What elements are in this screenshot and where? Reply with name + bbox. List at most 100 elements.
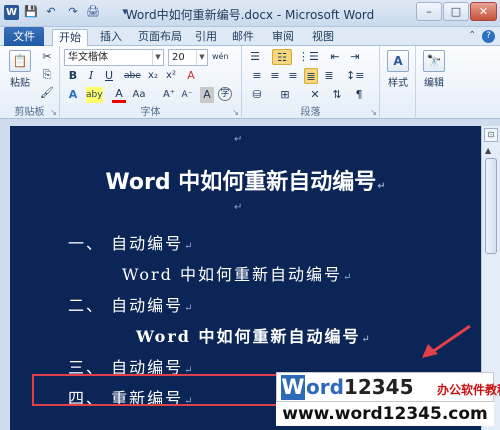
tab-mailings[interactable]: 邮件	[228, 29, 258, 46]
body-line-text: Word 中如何重新自动编号	[136, 327, 361, 346]
ribbon-home: 📋 粘贴 ✂ ⎘ 🖌 剪贴板 ↘ 华文楷体 ▼ 20 ▼ wén B I U a…	[0, 46, 500, 119]
font-color-icon[interactable]: A	[112, 87, 126, 103]
font-launcher-icon[interactable]: ↘	[232, 108, 239, 117]
body-line-text: Word 中如何重新自动编号	[122, 265, 342, 284]
scroll-thumb[interactable]	[485, 158, 497, 254]
bullets-icon[interactable]: ☰	[248, 49, 262, 65]
italic-button[interactable]: I	[84, 68, 98, 84]
editing-button[interactable]: 🔭 编辑	[422, 50, 446, 89]
tab-view[interactable]: 视图	[308, 29, 338, 46]
subscript-button[interactable]: x₂	[146, 68, 160, 84]
document-gutter	[0, 126, 10, 430]
paragraph-group: ☰ ☷ ⋮☰ ⇤ ⇥ ≡ ≡ ≡ ≣ ≣ ↕≡ ⛁ ⊞ ✕ ⇅ ¶ 段落 ↘	[242, 46, 380, 119]
text-effects-icon[interactable]: A	[66, 87, 80, 103]
chinese-layout-icon[interactable]: ✕	[308, 87, 322, 103]
highlight-color-icon[interactable]: aby	[86, 87, 103, 103]
phonetic-guide-icon[interactable]: wén	[212, 49, 229, 65]
styles-button[interactable]: A 样式	[386, 50, 410, 89]
watermark-tagline: 办公软件教程	[437, 383, 500, 397]
superscript-button[interactable]: x²	[164, 68, 178, 84]
paste-button[interactable]: 📋 粘贴	[8, 50, 32, 89]
paragraph-mark: ↵	[377, 181, 386, 192]
body-line-bold: Word 中如何重新自动编号↵	[136, 323, 370, 347]
paste-icon: 📋	[9, 50, 31, 72]
font-size-select[interactable]: 20 ▼	[168, 49, 208, 66]
view-ruler-icon[interactable]: ⊡	[484, 128, 498, 142]
numbered-item-text: 二、 自动编号	[68, 296, 184, 315]
clear-formatting-icon[interactable]: A	[184, 68, 198, 84]
clipboard-group: 📋 粘贴 ✂ ⎘ 🖌 剪贴板 ↘	[0, 46, 60, 119]
watermark-logo-letter: W	[281, 375, 305, 400]
character-shading-icon[interactable]: A	[200, 87, 214, 103]
tab-review[interactable]: 审阅	[268, 29, 298, 46]
numbered-item-text: 一、 自动编号	[68, 234, 184, 253]
tab-home[interactable]: 开始	[52, 29, 88, 46]
paragraph-mark: ↵	[184, 303, 193, 314]
chevron-down-icon: ▼	[196, 50, 207, 65]
show-marks-icon[interactable]: ¶	[352, 87, 366, 103]
title-bar: W 💾 ↶ ↷ 🖨 ▾ Word中如何重新编号.docx - Microsoft…	[0, 0, 500, 27]
tab-insert[interactable]: 插入	[95, 29, 127, 46]
shading-icon[interactable]: ⛁	[250, 87, 264, 103]
styles-group: A 样式	[380, 46, 416, 119]
grow-font-icon[interactable]: A⁺	[162, 87, 176, 103]
numbered-item: 二、 自动编号↵	[68, 292, 192, 316]
multilevel-list-icon[interactable]: ⋮☰	[298, 49, 319, 65]
paragraph-mark: ↵	[184, 241, 193, 252]
styles-label: 样式	[388, 78, 408, 89]
clipboard-launcher-icon[interactable]: ↘	[50, 108, 57, 117]
line-spacing-icon[interactable]: ↕≡	[346, 68, 364, 84]
underline-button[interactable]: U	[102, 68, 116, 84]
paragraph-launcher-icon[interactable]: ↘	[370, 108, 377, 117]
increase-indent-icon[interactable]: ⇥	[348, 49, 362, 65]
justify-icon[interactable]: ≣	[304, 68, 318, 84]
editing-group: 🔭 编辑	[416, 46, 452, 119]
minimize-button[interactable]: –	[416, 2, 442, 21]
format-painter-icon[interactable]: 🖌	[40, 85, 54, 101]
cut-icon[interactable]: ✂	[40, 49, 54, 65]
enclose-characters-icon[interactable]: 字	[218, 87, 232, 101]
paste-label: 粘贴	[10, 78, 30, 89]
align-center-icon[interactable]: ≡	[268, 68, 282, 84]
document-title: Word 中如何重新自动编号↵	[10, 164, 481, 196]
tab-references[interactable]: 引用	[192, 29, 220, 46]
bold-button[interactable]: B	[66, 68, 80, 84]
binoculars-icon: 🔭	[423, 50, 445, 72]
font-group-label: 字体	[140, 107, 161, 118]
ribbon-tab-bar: 文件 开始 插入 页面布局 引用 邮件 审阅 视图 ⌃ ?	[0, 27, 500, 46]
watermark-logo-rest: ord	[306, 375, 344, 399]
distributed-icon[interactable]: ≣	[322, 68, 336, 84]
sort-icon[interactable]: ⇅	[330, 87, 344, 103]
change-case-icon[interactable]: Aa	[132, 87, 146, 103]
scroll-up-icon[interactable]: ▲	[485, 146, 491, 155]
editing-label: 编辑	[424, 78, 444, 89]
font-name-select[interactable]: 华文楷体 ▼	[64, 49, 164, 66]
tab-file[interactable]: 文件	[4, 27, 44, 46]
styles-icon: A	[387, 50, 409, 72]
help-icon[interactable]: ?	[482, 30, 495, 43]
ribbon-minimize-icon[interactable]: ⌃	[468, 30, 476, 41]
close-button[interactable]: ✕	[470, 2, 497, 21]
borders-icon[interactable]: ⊞	[278, 87, 292, 103]
annotation-arrow-icon	[422, 324, 471, 358]
paragraph-mark: ↵	[361, 334, 370, 345]
font-size-value: 20	[172, 52, 185, 63]
document-title-text: Word 中如何重新自动编号	[105, 170, 377, 195]
copy-icon[interactable]: ⎘	[40, 67, 54, 83]
watermark-logo: W ord12345 办公软件教程	[276, 372, 500, 402]
maximize-button[interactable]: □	[443, 2, 469, 21]
tab-page-layout[interactable]: 页面布局	[134, 29, 186, 46]
numbered-item: 一、 自动编号↵	[68, 230, 192, 254]
strikethrough-button[interactable]: abe	[124, 68, 141, 84]
watermark-logo-numbers: 12345	[343, 375, 414, 399]
align-right-icon[interactable]: ≡	[286, 68, 300, 84]
shrink-font-icon[interactable]: A⁻	[180, 87, 194, 103]
align-left-icon[interactable]: ≡	[250, 68, 264, 84]
body-line: Word 中如何重新自动编号↵	[122, 261, 351, 285]
paragraph-mark: ↵	[342, 272, 352, 283]
watermark-logo-word: ord12345	[306, 375, 414, 399]
decrease-indent-icon[interactable]: ⇤	[328, 49, 342, 65]
font-name-value: 华文楷体	[68, 52, 108, 63]
paragraph-group-label: 段落	[300, 107, 321, 118]
numbering-icon[interactable]: ☷	[272, 49, 292, 65]
